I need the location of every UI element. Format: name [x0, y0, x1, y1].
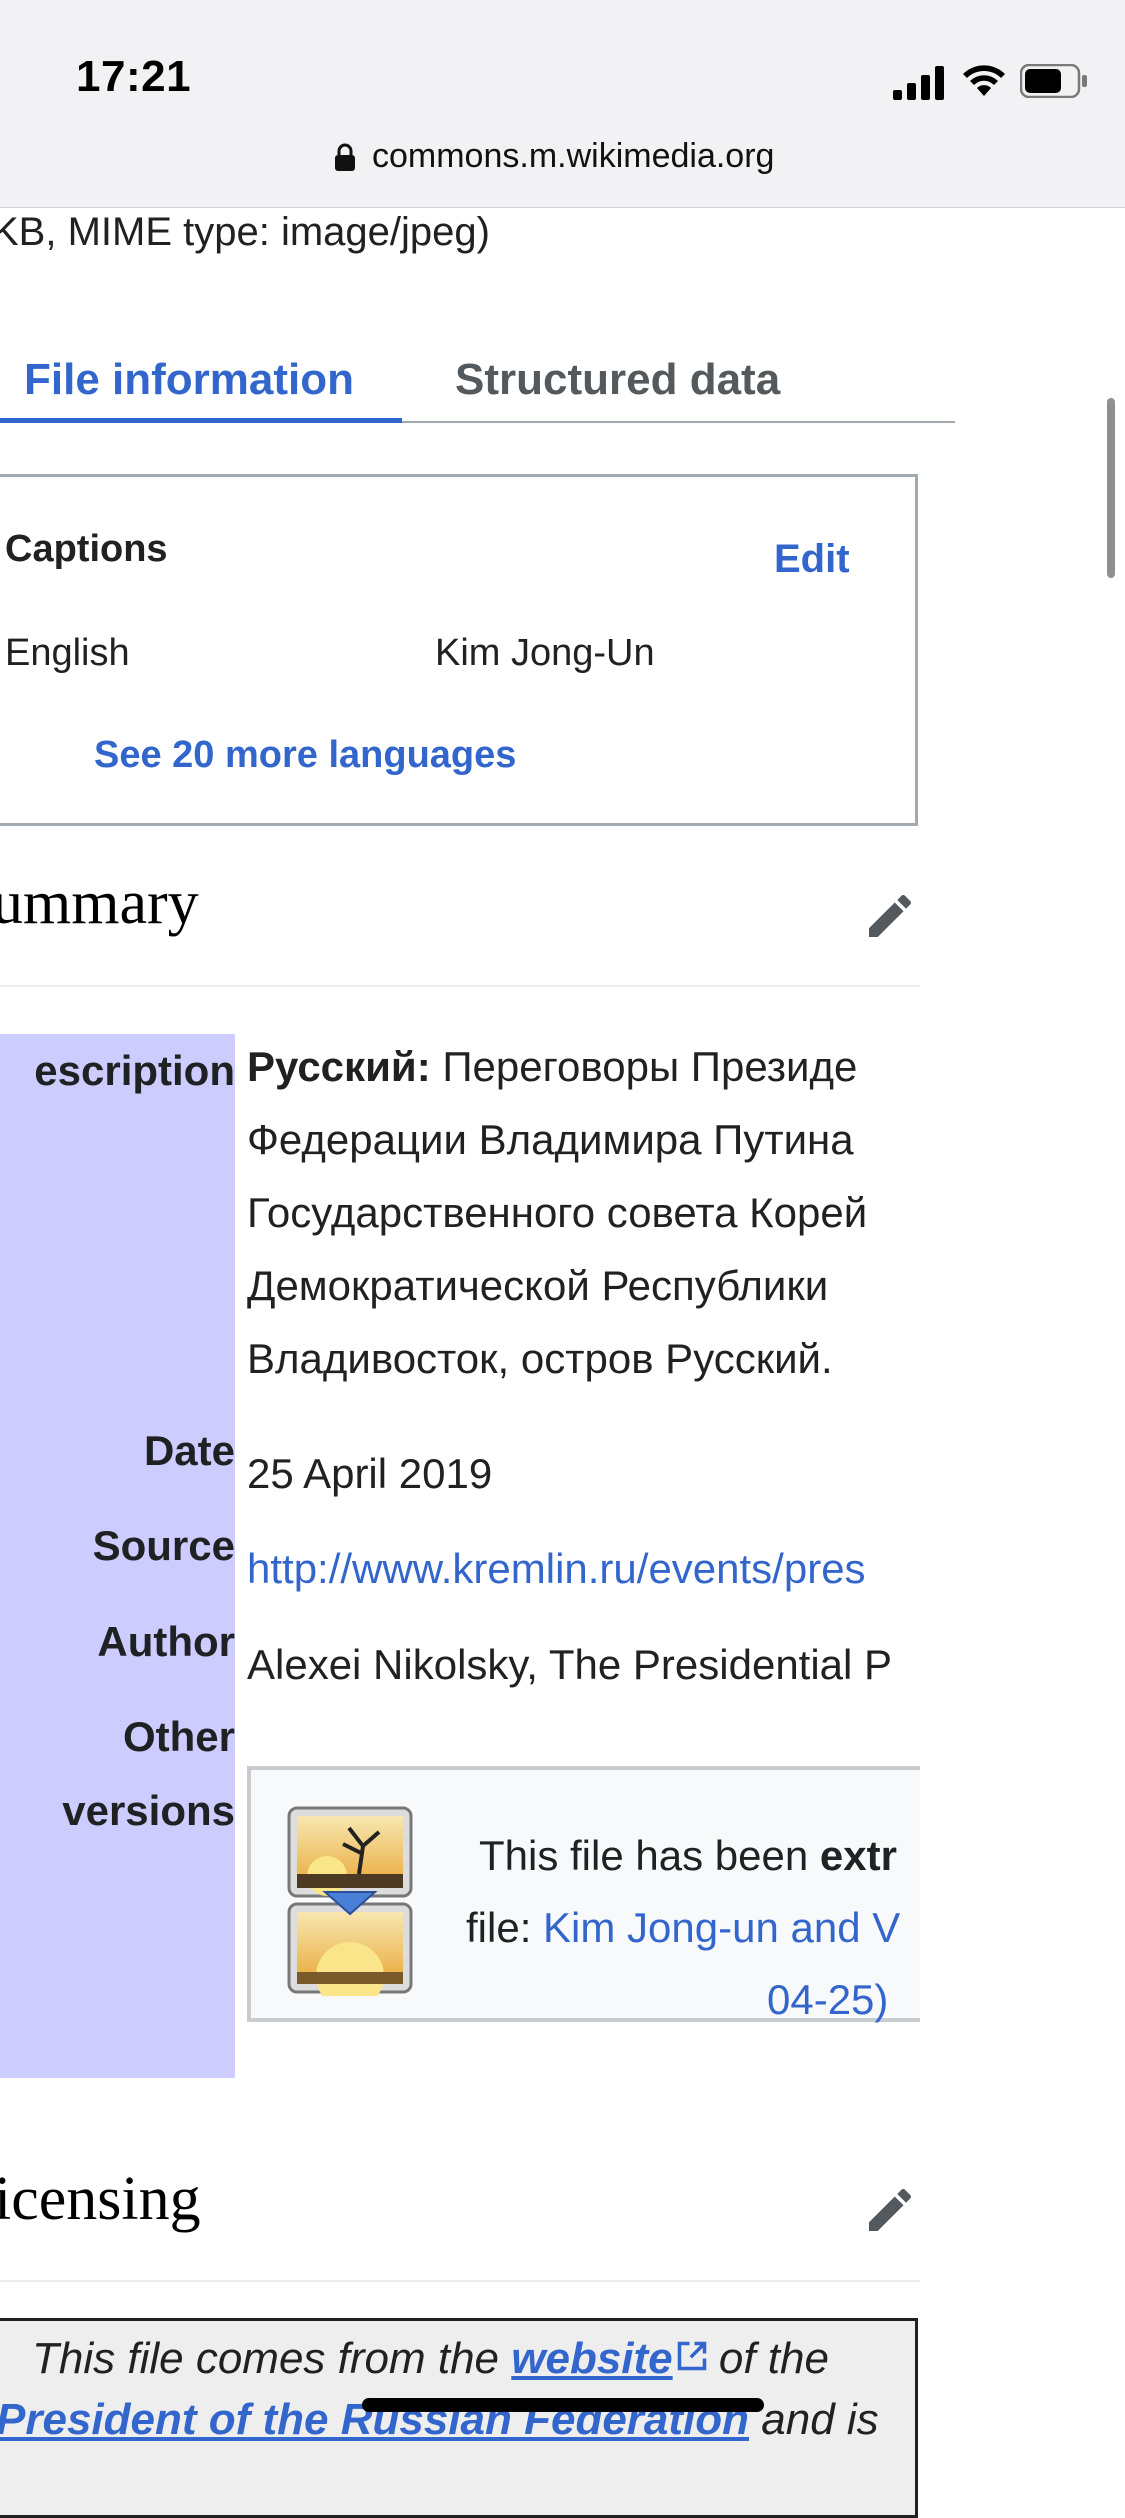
license-text-line1: This file comes from the website of the	[32, 2334, 829, 2383]
other-versions-label-line1: Other	[122, 1713, 235, 1760]
date-value: 25 April 2019	[247, 1450, 493, 1497]
tab-structured-data[interactable]: Structured data	[455, 355, 780, 405]
source-link[interactable]: http://www.kremlin.ru/events/pres	[247, 1545, 866, 1593]
status-time: 17:21	[76, 52, 192, 101]
address-bar-url[interactable]: commons.m.wikimedia.org	[372, 137, 774, 176]
tab-file-information[interactable]: File information	[24, 355, 354, 405]
licensing-heading: icensing	[0, 2165, 201, 2233]
cellular-signal-icon	[893, 66, 944, 100]
caption-value: Kim Jong-Un	[435, 632, 655, 674]
description-label: escription	[34, 1047, 235, 1094]
description-value: Русский: Переговоры Президе Федерации Вл…	[247, 1030, 920, 1395]
extracted-image-icon	[287, 1806, 413, 1996]
website-link[interactable]: website	[511, 2334, 672, 2383]
caption-language: English	[5, 632, 130, 674]
description-line-3: Государственного совета Корей	[247, 1189, 868, 1236]
home-indicator[interactable]	[362, 2398, 764, 2412]
source-file-link[interactable]: Kim Jong-un and V	[543, 1904, 900, 1951]
other-versions-box: This file has been extr file: Kim Jong-u…	[247, 1766, 920, 2024]
other-versions-text-line2: file: Kim Jong-un and V	[466, 1904, 901, 1951]
lock-icon	[335, 143, 355, 171]
see-more-languages-link[interactable]: See 20 more languages	[94, 734, 516, 777]
battery-icon	[1020, 64, 1087, 98]
description-line-4: Демократической Республики	[247, 1262, 829, 1309]
file-meta-text: KB, MIME type: image/jpeg)	[0, 210, 490, 254]
description-language: Русский:	[247, 1043, 431, 1090]
browser-top-bar	[0, 0, 1125, 208]
author-value: Alexei Nikolsky, The Presidential P	[247, 1641, 893, 1688]
date-label: Date	[143, 1427, 235, 1474]
active-tab-indicator	[0, 418, 402, 423]
edit-summary-pencil-icon[interactable]	[862, 888, 918, 944]
edit-licensing-pencil-icon[interactable]	[862, 2182, 918, 2238]
external-link-icon	[677, 2341, 706, 2371]
summary-heading: ummary	[0, 869, 199, 937]
captions-edit-button[interactable]: Edit	[774, 537, 850, 582]
source-file-link-continued[interactable]: 04-25)	[767, 1976, 888, 2024]
summary-label-column: escription Date Source Author Other vers…	[0, 1034, 235, 2078]
author-label: Author	[97, 1618, 235, 1665]
other-versions-text-line1: This file has been extr	[479, 1832, 897, 1879]
summary-divider	[0, 985, 920, 987]
source-label: Source	[92, 1522, 235, 1569]
summary-content-column: Русский: Переговоры Президе Федерации Вл…	[247, 1030, 920, 2090]
description-line-2: Федерации Владимира Путина	[247, 1116, 854, 1163]
captions-title: Captions	[5, 528, 168, 570]
page-scrollbar[interactable]	[1107, 398, 1115, 578]
other-versions-label-line2: versions	[62, 1787, 235, 1834]
description-line-5: Владивосток, остров Русский.	[247, 1335, 833, 1382]
licensing-divider	[0, 2280, 920, 2282]
description-line-1: Переговоры Президе	[430, 1043, 858, 1090]
wifi-icon	[963, 65, 1005, 96]
